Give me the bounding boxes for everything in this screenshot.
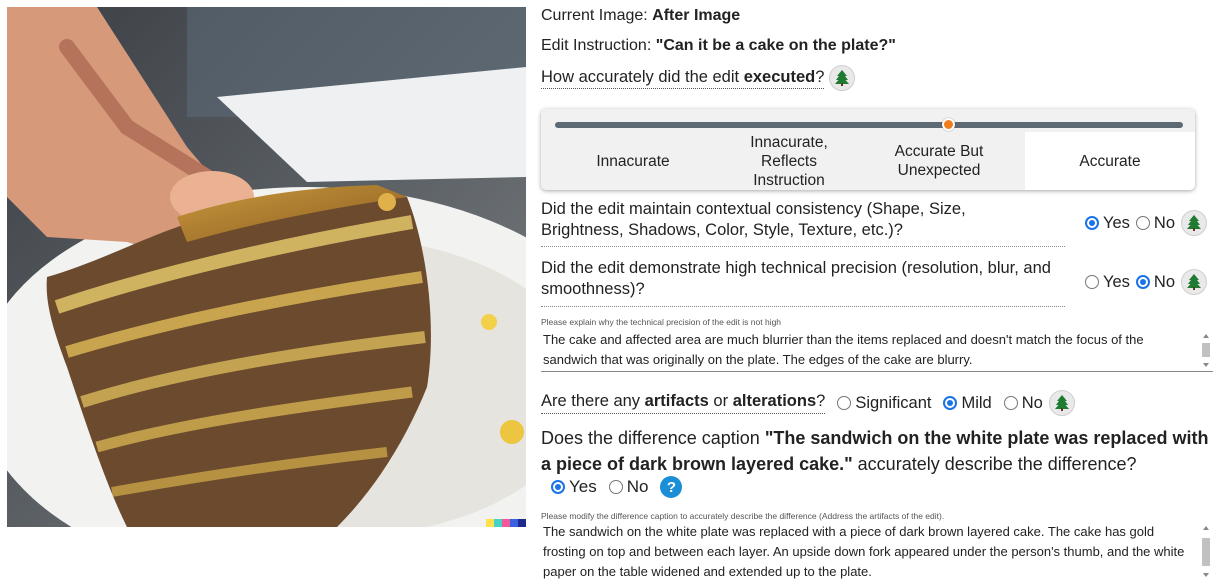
question-text: ? — [815, 68, 825, 87]
precision-explain-text: The cake and affected area are much blur… — [543, 332, 1144, 367]
slider-track[interactable] — [555, 122, 1183, 128]
executed-slider-card: Innacurate Innacurate, Reflects Instruct… — [541, 109, 1195, 190]
consistency-yes-radio[interactable] — [1084, 216, 1099, 230]
caption-no-option[interactable]: No — [608, 477, 649, 497]
precision-question-text: Did the edit demonstrate high technical … — [541, 259, 1051, 298]
caption-yes-option[interactable]: Yes — [551, 477, 597, 497]
executed-question: How accurately did the edit executed? — [541, 65, 856, 91]
current-image-value: After Image — [652, 7, 741, 24]
artifacts-question: Are there any artifacts or alterations? … — [541, 390, 1075, 416]
current-image-line: Current Image: After Image — [541, 7, 740, 25]
question-text: How accurately did the edit — [541, 68, 744, 87]
caption-no-radio[interactable] — [608, 480, 623, 494]
slider-option-accurate[interactable]: Accurate — [1025, 132, 1195, 190]
question-text: Does the difference caption — [541, 428, 765, 448]
consistency-yes-option[interactable]: Yes — [1084, 213, 1130, 233]
artifacts-mild-radio[interactable] — [943, 396, 958, 410]
current-image-label: Current Image: — [541, 7, 648, 24]
color-swatch — [502, 519, 510, 527]
artifacts-no-option[interactable]: No — [1003, 393, 1043, 413]
precision-explain-textarea[interactable]: The cake and affected area are much blur… — [541, 330, 1213, 372]
edited-image — [7, 7, 526, 527]
slider-option-innacurate[interactable]: Innacurate — [541, 132, 725, 190]
artifacts-mild-option[interactable]: Mild — [943, 393, 992, 413]
edit-instruction-line: Edit Instruction: "Can it be a cake on t… — [541, 37, 896, 55]
scroll-down-icon[interactable] — [1203, 363, 1209, 367]
executed-question-text: How accurately did the edit executed? — [541, 68, 825, 90]
consistency-question-text: Did the edit maintain contextual consist… — [541, 200, 966, 239]
scroll-up-icon[interactable] — [1203, 334, 1209, 338]
precision-answers: Yes No — [1084, 269, 1207, 295]
question-text: or — [708, 392, 733, 410]
consistency-no-option[interactable]: No — [1135, 213, 1175, 233]
question-emphasis: executed — [743, 68, 816, 87]
artifacts-significant-radio[interactable] — [837, 396, 852, 410]
scroll-thumb[interactable] — [1202, 538, 1210, 566]
precision-yes-radio[interactable] — [1084, 275, 1099, 289]
precision-yes-option[interactable]: Yes — [1084, 272, 1130, 292]
caption-question: Does the difference caption "The sandwic… — [541, 425, 1213, 477]
option-label: Significant — [855, 393, 932, 412]
caption-answers: Yes No ? — [551, 476, 683, 498]
color-swatch — [510, 519, 518, 527]
option-label: Mild — [961, 393, 992, 412]
precision-question: Did the edit demonstrate high technical … — [541, 257, 1213, 309]
color-swatch — [494, 519, 502, 527]
no-label: No — [626, 477, 649, 496]
precision-no-radio[interactable] — [1135, 275, 1150, 289]
tree-icon[interactable] — [1181, 269, 1207, 295]
divider — [541, 306, 1065, 307]
yes-label: Yes — [1102, 272, 1130, 291]
slider-option-innacurate-reflects[interactable]: Innacurate, Reflects Instruction — [725, 132, 853, 190]
color-swatch — [486, 519, 494, 527]
scroll-thumb[interactable] — [1202, 343, 1210, 357]
scrollbar[interactable] — [1201, 522, 1211, 581]
question-emphasis: alterations — [732, 392, 817, 410]
artifacts-significant-option[interactable]: Significant — [837, 394, 931, 413]
divider — [541, 246, 1065, 247]
tree-icon[interactable] — [1048, 390, 1075, 416]
edit-instruction-label: Edit Instruction: — [541, 37, 652, 54]
scroll-up-icon[interactable] — [1203, 526, 1209, 530]
edit-instruction-value: "Can it be a cake on the plate?" — [655, 37, 896, 54]
no-label: No — [1153, 272, 1175, 291]
artifacts-question-text: Are there any artifacts or alterations? — [541, 392, 826, 414]
caption-modify-label: Please modify the difference caption to … — [541, 511, 945, 521]
evaluation-panel: Current Image: After Image Edit Instruct… — [541, 0, 1213, 581]
caption-yes-radio[interactable] — [551, 480, 565, 494]
consistency-question: Did the edit maintain contextual consist… — [541, 198, 1213, 248]
scroll-down-icon[interactable] — [1203, 573, 1209, 577]
caption-modify-text: The sandwich on the white plate was repl… — [543, 524, 1185, 579]
question-emphasis: artifacts — [644, 392, 709, 410]
caption-modify-textarea[interactable]: The sandwich on the white plate was repl… — [541, 522, 1213, 581]
slider-options: Innacurate Innacurate, Reflects Instruct… — [541, 132, 1195, 190]
consistency-no-radio[interactable] — [1135, 216, 1150, 230]
yes-label: Yes — [569, 477, 597, 496]
question-text: accurately describe the difference? — [852, 454, 1137, 474]
precision-no-option[interactable]: No — [1135, 272, 1175, 292]
tree-icon[interactable] — [1181, 210, 1207, 236]
question-icon[interactable]: ? — [660, 476, 683, 498]
slider-thumb[interactable] — [941, 118, 955, 131]
consistency-answers: Yes No — [1084, 210, 1207, 236]
artifacts-no-radio[interactable] — [1003, 396, 1018, 410]
precision-explain-label: Please explain why the technical precisi… — [541, 317, 782, 327]
scrollbar[interactable] — [1201, 330, 1211, 371]
color-strip — [486, 519, 526, 527]
no-label: No — [1153, 213, 1175, 232]
slider-option-accurate-but-unexpected[interactable]: Accurate But Unexpected — [853, 132, 1025, 190]
yes-label: Yes — [1102, 213, 1130, 232]
option-label: No — [1021, 393, 1043, 412]
question-text: ? — [816, 392, 826, 410]
question-text: Are there any — [541, 392, 645, 410]
color-swatch — [518, 519, 526, 527]
tree-icon[interactable] — [829, 65, 856, 91]
